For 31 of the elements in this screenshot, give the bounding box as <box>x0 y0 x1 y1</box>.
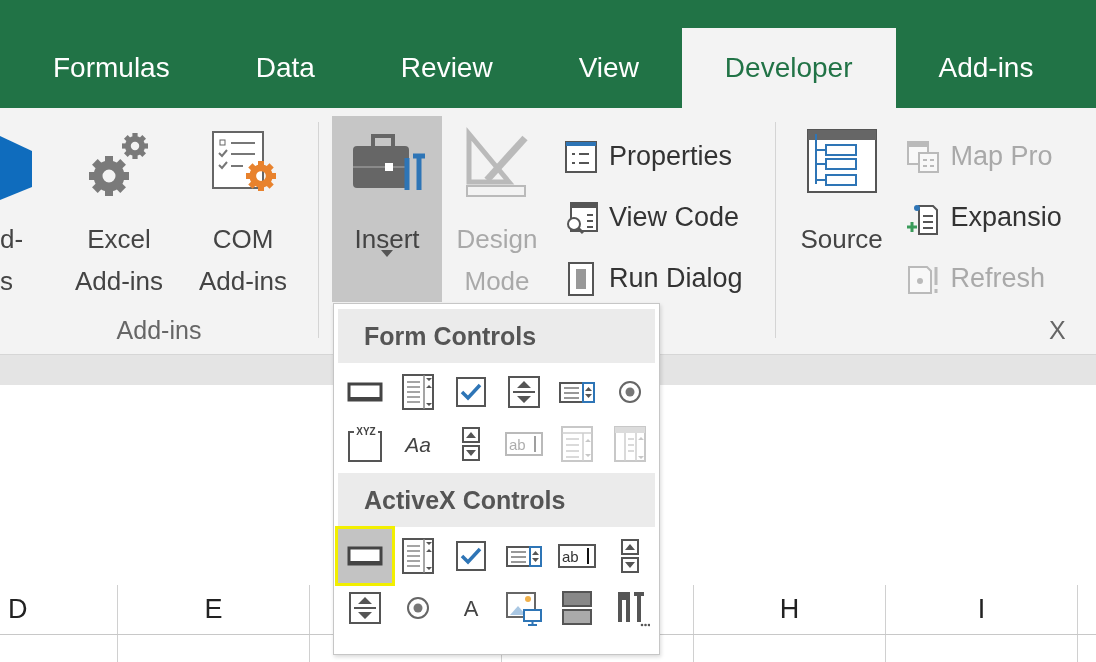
add-ins-button[interactable]: d- s <box>0 116 40 302</box>
text-box-tool[interactable]: ab <box>550 530 603 582</box>
com-add-ins-button[interactable]: COM Add-ins <box>184 116 302 302</box>
command-button-tool[interactable] <box>335 526 395 586</box>
source-button[interactable]: Source <box>792 116 891 302</box>
label-icon: Aa <box>397 424 438 464</box>
column-header[interactable]: E <box>118 585 310 634</box>
properties-button[interactable]: Properties <box>559 126 747 187</box>
group-box-tool[interactable]: XYZ <box>338 418 391 470</box>
group-label: Add-ins <box>115 315 203 346</box>
column-header[interactable]: D <box>0 585 118 634</box>
label-tool[interactable]: A <box>444 582 497 634</box>
ribbon-tab[interactable]: Formulas <box>10 28 213 108</box>
ribbon-tab[interactable]: Add-ins <box>895 28 1077 108</box>
list-window-icon <box>563 138 599 175</box>
label-tool[interactable]: Aa <box>391 418 444 470</box>
label-icon: A <box>450 588 491 628</box>
view-code-button[interactable]: View Code <box>559 187 747 248</box>
menu-section-header: ActiveX Controls <box>338 473 655 527</box>
insert-button[interactable]: Insert <box>332 116 442 302</box>
menu-section-header: Form Controls <box>338 309 655 363</box>
group-label: X <box>1047 315 1066 346</box>
column-header[interactable]: I <box>886 585 1078 634</box>
ribbon-tab[interactable]: Review <box>357 28 536 108</box>
ribbon-tab[interactable]: View <box>535 28 682 108</box>
table-grid-icon <box>904 138 941 175</box>
excel-add-ins-button[interactable]: Excel Add-ins <box>58 116 180 302</box>
column-header[interactable]: H <box>694 585 886 634</box>
ribbon-tab[interactable]: Developer <box>681 28 896 108</box>
expansion-packs-button[interactable]: Expansio <box>900 187 1066 248</box>
ribbon-tab[interactable]: Data <box>212 28 358 108</box>
